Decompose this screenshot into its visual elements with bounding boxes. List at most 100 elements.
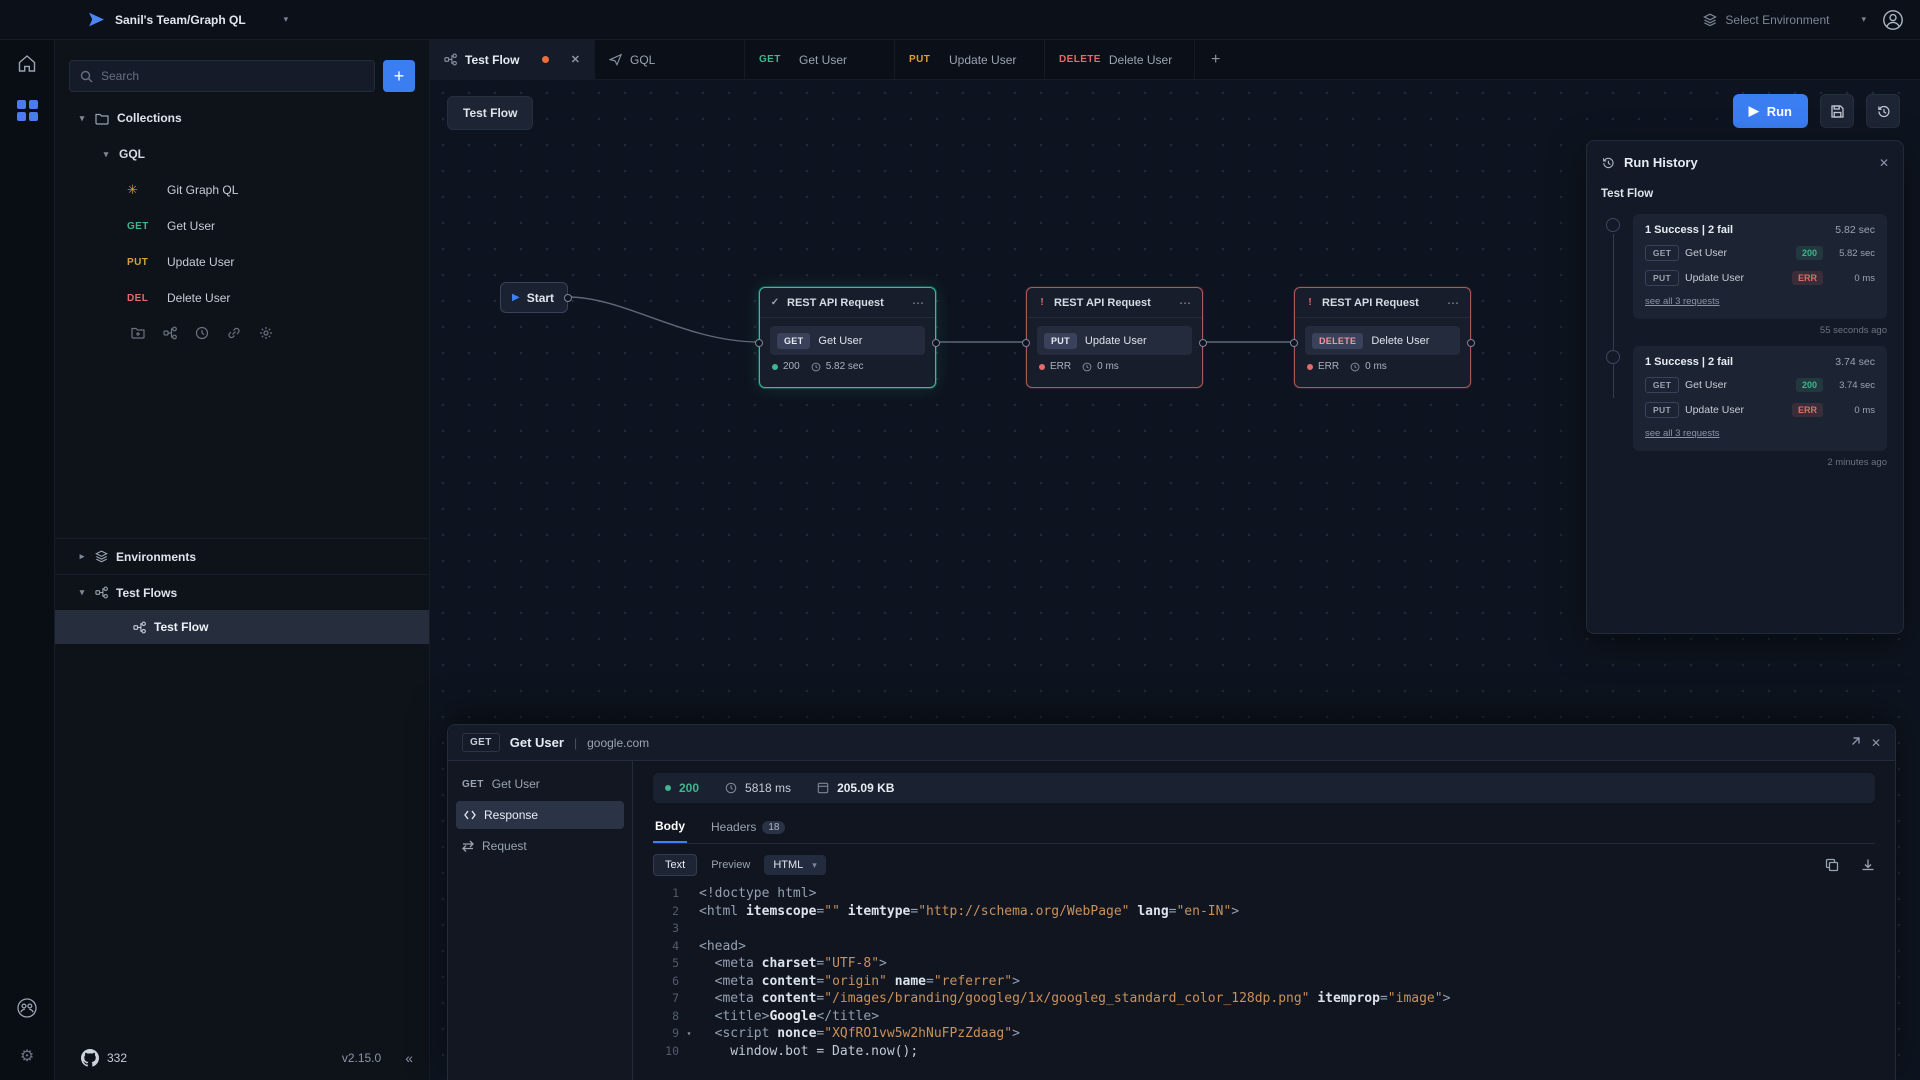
close-panel-icon[interactable]: ✕ (1879, 156, 1889, 170)
code-editor[interactable]: 1<!doctype html>2<html itemscope="" item… (653, 885, 1875, 1080)
environment-selector[interactable]: Select Environment ▾ (1703, 13, 1866, 27)
see-all-requests-link[interactable]: see all 3 requests (1645, 296, 1719, 307)
workspace-switcher[interactable]: Sanil's Team/Graph QL ▾ (88, 12, 288, 28)
fold-caret-icon[interactable]: ▾ (679, 1025, 699, 1043)
view-preview-button[interactable]: Preview (711, 859, 750, 871)
request-item-git-graph-ql[interactable]: ✳ Git Graph QL (55, 172, 429, 208)
output-port[interactable] (1467, 339, 1475, 347)
save-button[interactable] (1820, 94, 1854, 128)
search-box[interactable] (69, 60, 375, 92)
size-icon (817, 782, 829, 794)
collection-tree: ▾ Collections ▾ GQL ✳ Git Graph QL GET G… (55, 100, 429, 644)
request-label: Git Graph QL (167, 183, 238, 197)
rest-api-node-get-user[interactable]: ✓ REST API Request ⋯ GET Get User 200 (759, 287, 936, 388)
request-item-delete-user[interactable]: DEL Delete User (55, 280, 429, 316)
environments-section-header[interactable]: ▸ Environments (55, 538, 429, 574)
divider: | (574, 736, 577, 750)
view-text-button[interactable]: Text (653, 854, 697, 876)
node-menu-icon[interactable]: ⋯ (1447, 296, 1460, 310)
chevron-down-icon[interactable]: ▾ (284, 14, 289, 25)
code-line: 6 <meta content="origin" name="referrer"… (653, 973, 1875, 991)
output-port[interactable] (932, 339, 940, 347)
nav-request-item[interactable]: GET Get User (448, 769, 632, 799)
nav-response-tab[interactable]: Response (456, 801, 624, 829)
new-folder-icon[interactable] (131, 326, 145, 339)
history-icon[interactable] (195, 326, 209, 340)
request-name: Update User (1685, 272, 1786, 284)
run-entry-card[interactable]: 1 Success | 2 fail 3.74 sec GET Get User… (1633, 346, 1887, 451)
user-avatar[interactable] (1882, 9, 1904, 31)
settings-icon[interactable] (259, 326, 273, 340)
input-port[interactable] (1022, 339, 1030, 347)
rest-api-node-update-user[interactable]: ! REST API Request ⋯ PUT Update User ERR (1026, 287, 1203, 388)
sidebar-footer: 332 v2.15.0 « (55, 1036, 429, 1080)
response-nav: GET Get User Response Request (448, 761, 633, 1080)
members-icon[interactable] (16, 997, 38, 1024)
gear-icon[interactable]: ⚙ (20, 1046, 34, 1066)
test-flows-section-header[interactable]: ▾ Test Flows (55, 574, 429, 610)
apps-grid-icon[interactable] (17, 100, 38, 121)
request-item-get-user[interactable]: GET Get User (55, 208, 429, 244)
home-icon[interactable] (17, 54, 37, 78)
request-item-update-user[interactable]: PUT Update User (55, 244, 429, 280)
fold-caret-icon (679, 885, 699, 903)
request-time: 0 ms (1829, 273, 1875, 284)
close-panel-icon[interactable]: ✕ (1871, 736, 1881, 750)
request-label: Update User (167, 255, 234, 269)
run-history-flow-name: Test Flow (1587, 178, 1903, 202)
tab-headers[interactable]: Headers 18 (709, 815, 787, 843)
run-entry-card[interactable]: 1 Success | 2 fail 5.82 sec GET Get User… (1633, 214, 1887, 319)
folder-gql[interactable]: ▾ GQL (55, 136, 429, 172)
copy-icon[interactable] (1825, 858, 1839, 872)
tab-delete-user[interactable]: DELETE Delete User (1045, 40, 1195, 79)
duration: 5.82 sec (826, 361, 864, 372)
tab-get-user[interactable]: GET Get User (745, 40, 895, 79)
main-area: ⚙ + ▾ Collections (0, 40, 1920, 1080)
collections-section-header[interactable]: ▾ Collections (55, 100, 429, 136)
run-history-title: Run History (1624, 155, 1698, 170)
tab-test-flow[interactable]: Test Flow ✕ (430, 40, 595, 79)
rest-api-node-delete-user[interactable]: ! REST API Request ⋯ DELETE Delete User … (1294, 287, 1471, 388)
collapse-sidebar-icon[interactable]: « (405, 1050, 413, 1066)
test-flow-item[interactable]: Test Flow (55, 610, 429, 644)
app-logo-icon (88, 12, 105, 28)
input-port[interactable] (1290, 339, 1298, 347)
test-flows-label: Test Flows (116, 586, 177, 600)
fold-caret-icon (679, 973, 699, 991)
tab-body[interactable]: Body (653, 815, 687, 843)
add-new-button[interactable]: + (383, 60, 415, 92)
see-all-requests-link[interactable]: see all 3 requests (1645, 428, 1719, 439)
run-history-button[interactable] (1866, 94, 1900, 128)
response-icon (464, 809, 476, 821)
nav-request-tab[interactable]: Request (448, 831, 632, 861)
line-number: 2 (653, 903, 679, 921)
unsaved-dot-icon (542, 56, 549, 63)
download-icon[interactable] (1861, 858, 1875, 872)
search-input[interactable] (101, 69, 364, 83)
expand-panel-icon[interactable] (1848, 736, 1861, 749)
output-port[interactable] (1199, 339, 1207, 347)
tab-update-user[interactable]: PUT Update User (895, 40, 1045, 79)
new-tab-button[interactable]: + (1195, 40, 1236, 79)
close-tab-icon[interactable]: ✕ (571, 53, 580, 66)
play-icon: ▶ (512, 292, 520, 303)
flow-icon (95, 586, 108, 599)
github-icon[interactable] (81, 1049, 99, 1067)
fold-caret-icon (679, 938, 699, 956)
output-port[interactable] (564, 294, 572, 302)
run-button[interactable]: ▶ Run (1733, 94, 1808, 128)
run-marker-icon (1606, 218, 1620, 232)
collection-actions (55, 316, 429, 350)
flow-icon[interactable] (163, 326, 177, 340)
node-menu-icon[interactable]: ⋯ (1179, 296, 1192, 310)
app-version: v2.15.0 (342, 1051, 381, 1065)
node-menu-icon[interactable]: ⋯ (912, 296, 925, 310)
format-dropdown[interactable]: HTML ▾ (764, 855, 825, 875)
link-icon[interactable] (227, 326, 241, 340)
tab-gql[interactable]: GQL (595, 40, 745, 79)
method-badge: PUT (127, 257, 159, 268)
run-summary: 1 Success | 2 fail (1645, 356, 1733, 368)
input-port[interactable] (755, 339, 763, 347)
start-node[interactable]: ▶ Start (500, 282, 568, 313)
request-time: 5.82 sec (1829, 248, 1875, 259)
